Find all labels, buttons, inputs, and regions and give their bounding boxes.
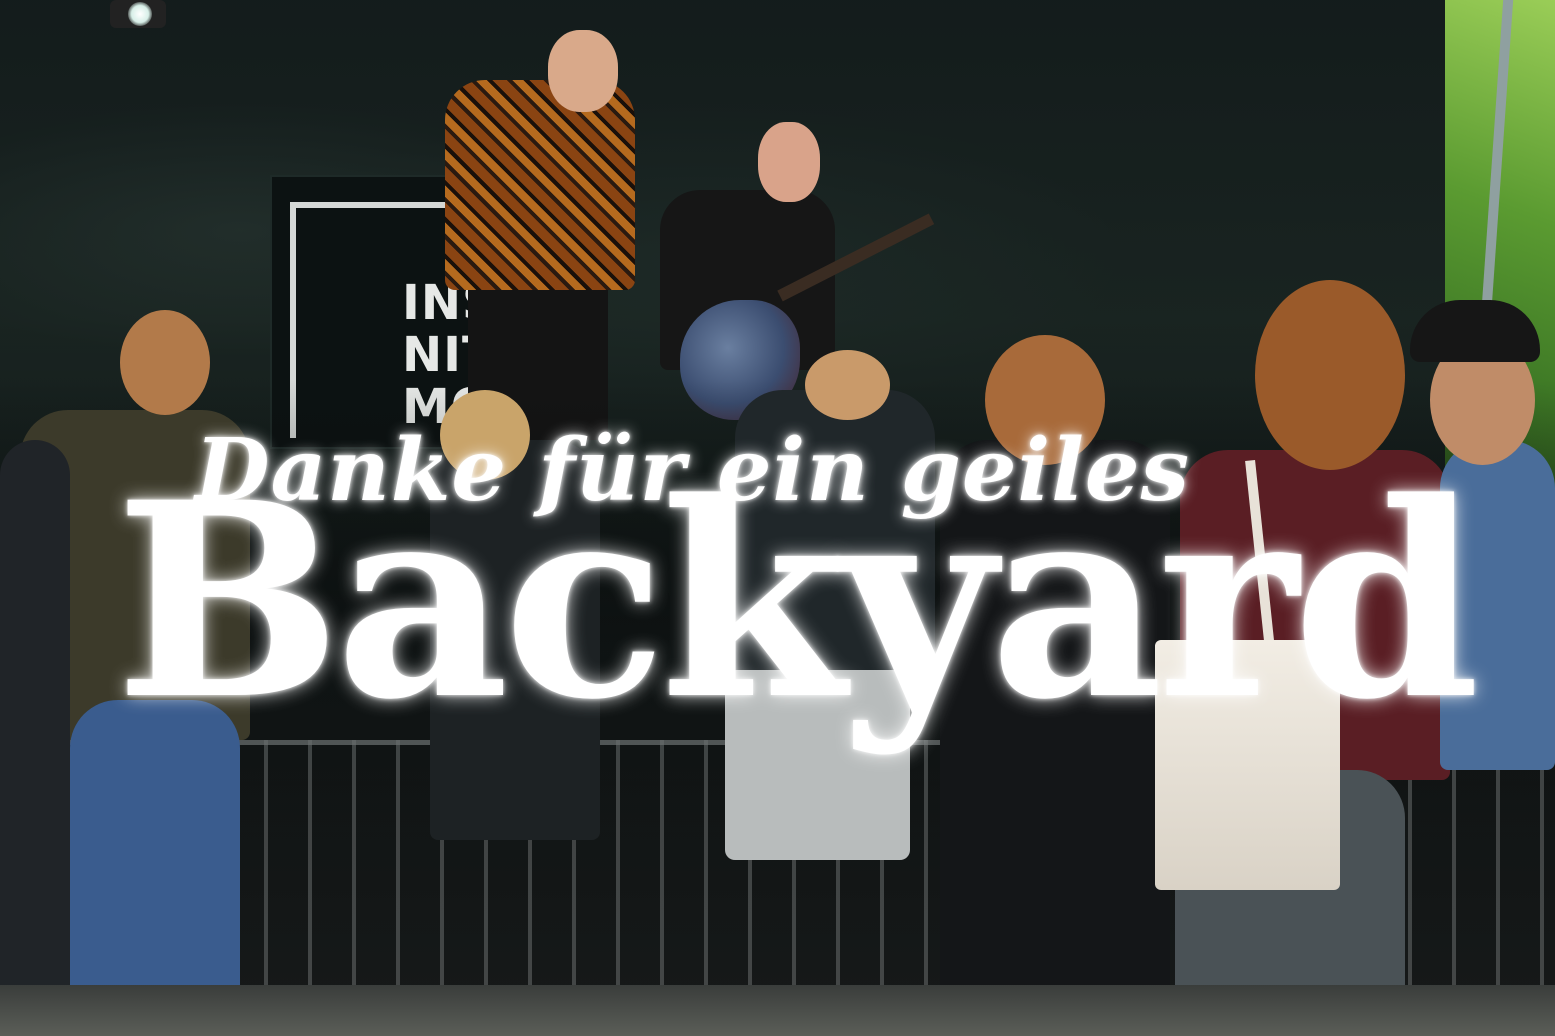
audience-head-red-hair [985,335,1105,465]
audience-head [440,390,530,480]
audience-head [120,310,210,415]
singer-flannel-shirt [445,80,635,290]
audience-member [940,440,1170,1000]
tote-bag [1155,640,1340,890]
audience-head [805,350,890,420]
singer-head [548,30,618,112]
audience-member-vest [430,440,600,840]
bassist-head [758,122,820,202]
audience-member [0,440,70,1000]
audience-member-shorts [725,670,910,860]
cobblestone-ground [0,985,1555,1036]
stage-spotlight [110,0,166,28]
audience-head-curly-hair [1255,280,1405,470]
concert-photo: INS NIT MO Danke für ein geiles Backyard… [0,0,1555,1036]
audience-member-denim-vest [1440,440,1555,770]
audience-member-vest [735,390,935,680]
audience-member-jeans [70,700,240,1000]
